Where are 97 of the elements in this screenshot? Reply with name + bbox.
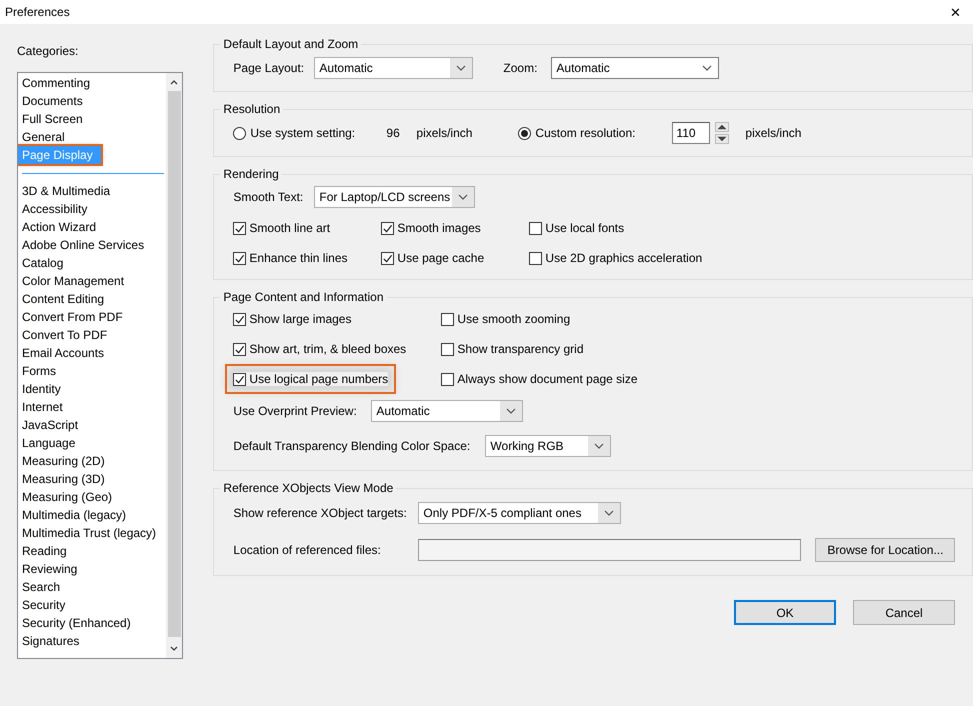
checkbox[interactable] bbox=[529, 252, 542, 264]
field-label: Default Transparency Blending Color Space: bbox=[233, 439, 472, 453]
category-item[interactable]: Email Accounts bbox=[18, 344, 166, 362]
checkbox[interactable] bbox=[441, 342, 454, 356]
category-item[interactable]: Signatures bbox=[18, 632, 166, 650]
category-item[interactable]: Multimedia (legacy) bbox=[18, 506, 166, 524]
checkbox-label: Smooth line art bbox=[249, 221, 330, 235]
category-item[interactable]: Commenting bbox=[18, 74, 166, 92]
category-item[interactable]: Convert To PDF bbox=[18, 326, 166, 344]
category-item[interactable]: Multimedia Trust (legacy) bbox=[18, 524, 166, 542]
radio-label: Use system setting: bbox=[250, 126, 356, 140]
category-item[interactable]: Reviewing bbox=[18, 560, 166, 578]
checkbox-label: Show art, trim, & bleed boxes bbox=[249, 342, 406, 356]
category-item[interactable]: Measuring (Geo) bbox=[18, 488, 166, 506]
checkbox[interactable] bbox=[441, 372, 454, 386]
checkbox[interactable] bbox=[233, 222, 246, 234]
category-item[interactable]: Measuring (3D) bbox=[18, 470, 166, 488]
scrollbar[interactable] bbox=[166, 73, 182, 658]
group-title: Resolution bbox=[222, 102, 282, 116]
spinner-arrows-icon[interactable] bbox=[715, 122, 730, 144]
category-item[interactable]: Search bbox=[18, 578, 166, 596]
caret-icon bbox=[458, 194, 468, 200]
dropdown[interactable]: Working RGB bbox=[485, 435, 612, 457]
checkbox[interactable] bbox=[529, 222, 542, 234]
field-label: Page Layout: bbox=[233, 61, 306, 75]
checkbox-label: Use smooth zooming bbox=[457, 312, 570, 326]
checkbox[interactable] bbox=[233, 252, 246, 264]
dropdown[interactable]: Automatic bbox=[314, 57, 474, 79]
radio-button[interactable] bbox=[518, 126, 532, 140]
category-item[interactable]: Content Editing bbox=[18, 290, 166, 308]
checkbox[interactable] bbox=[233, 372, 246, 386]
checkbox-label: Use local fonts bbox=[545, 221, 624, 235]
checkbox-label: Use page cache bbox=[397, 251, 484, 265]
field-label: Location of referenced files: bbox=[233, 543, 382, 557]
checkbox[interactable] bbox=[381, 222, 394, 234]
dropdown[interactable]: Only PDF/X-5 compliant ones bbox=[418, 502, 622, 524]
field-label: pixels/inch bbox=[416, 126, 474, 140]
category-item[interactable]: Reading bbox=[18, 542, 166, 560]
category-item[interactable]: Adobe Online Services bbox=[18, 236, 166, 254]
field-label: Smooth Text: bbox=[233, 190, 304, 204]
category-item[interactable]: Documents bbox=[18, 92, 166, 110]
checkbox-label: Show transparency grid bbox=[457, 342, 584, 356]
category-item[interactable]: Convert From PDF bbox=[18, 308, 166, 326]
checkbox-label: Show large images bbox=[249, 312, 352, 326]
caret-icon bbox=[594, 443, 604, 449]
scroll-down-icon[interactable] bbox=[169, 645, 179, 653]
dropdown[interactable]: Automatic bbox=[371, 400, 524, 422]
field-label: Use Overprint Preview: bbox=[233, 404, 358, 418]
dialog-button[interactable]: Cancel bbox=[853, 600, 955, 625]
category-item[interactable]: Full Screen bbox=[18, 110, 166, 128]
checkbox-label: Enhance thin lines bbox=[249, 251, 348, 265]
checkbox[interactable] bbox=[381, 252, 394, 264]
dialog-button[interactable]: OK bbox=[734, 600, 836, 625]
category-item[interactable]: Accessibility bbox=[18, 200, 166, 218]
radio-button[interactable] bbox=[233, 126, 246, 140]
scroll-up-icon[interactable] bbox=[169, 78, 179, 86]
category-item[interactable]: Forms bbox=[18, 362, 166, 380]
checkbox[interactable] bbox=[233, 342, 246, 356]
group-title: Rendering bbox=[222, 167, 280, 181]
category-item[interactable]: Action Wizard bbox=[18, 218, 166, 236]
field-label: 96 bbox=[386, 126, 401, 140]
field-label: Zoom: bbox=[503, 61, 538, 75]
group-title: Reference XObjects View Mode bbox=[222, 481, 394, 495]
caret-icon bbox=[604, 510, 614, 516]
number-field[interactable]: 110 bbox=[672, 122, 710, 144]
checkbox-label: Use 2D graphics acceleration bbox=[545, 251, 702, 265]
category-item[interactable]: Identity bbox=[18, 380, 166, 398]
checkbox-label: Always show document page size bbox=[457, 372, 638, 386]
radio-label: Custom resolution: bbox=[535, 126, 636, 140]
category-item[interactable]: Language bbox=[18, 434, 166, 452]
field-label: pixels/inch bbox=[745, 126, 802, 140]
category-item[interactable]: Security bbox=[18, 596, 166, 614]
category-item[interactable]: Security (Enhanced) bbox=[18, 614, 166, 632]
category-item[interactable]: Catalog bbox=[18, 254, 166, 272]
category-item[interactable]: General bbox=[18, 128, 166, 146]
checkbox-label: Smooth images bbox=[397, 221, 481, 235]
window-title: Preferences bbox=[5, 5, 70, 19]
close-button[interactable]: ✕ bbox=[950, 4, 961, 20]
category-item[interactable]: Color Management bbox=[18, 272, 166, 290]
field-label: Show reference XObject targets: bbox=[233, 506, 408, 520]
browse-button[interactable]: Browse for Location... bbox=[815, 538, 956, 562]
group-title: Default Layout and Zoom bbox=[222, 37, 360, 51]
caret-icon bbox=[456, 65, 466, 71]
category-item[interactable]: JavaScript bbox=[18, 416, 166, 434]
category-item[interactable]: 3D & Multimedia bbox=[18, 182, 166, 200]
dropdown[interactable]: For Laptop/LCD screens bbox=[314, 186, 476, 208]
category-item[interactable]: Internet bbox=[18, 398, 166, 416]
categories-label: Categories: bbox=[17, 44, 78, 58]
caret-icon bbox=[506, 408, 516, 414]
input-field[interactable] bbox=[418, 539, 802, 561]
dropdown[interactable]: Automatic bbox=[551, 57, 720, 79]
group-title: Page Content and Information bbox=[222, 290, 385, 304]
checkbox-label: Use logical page numbers bbox=[249, 372, 388, 386]
category-item[interactable]: Measuring (2D) bbox=[18, 452, 166, 470]
checkbox[interactable] bbox=[441, 312, 454, 326]
checkbox[interactable] bbox=[233, 312, 246, 326]
caret-icon bbox=[702, 65, 712, 71]
